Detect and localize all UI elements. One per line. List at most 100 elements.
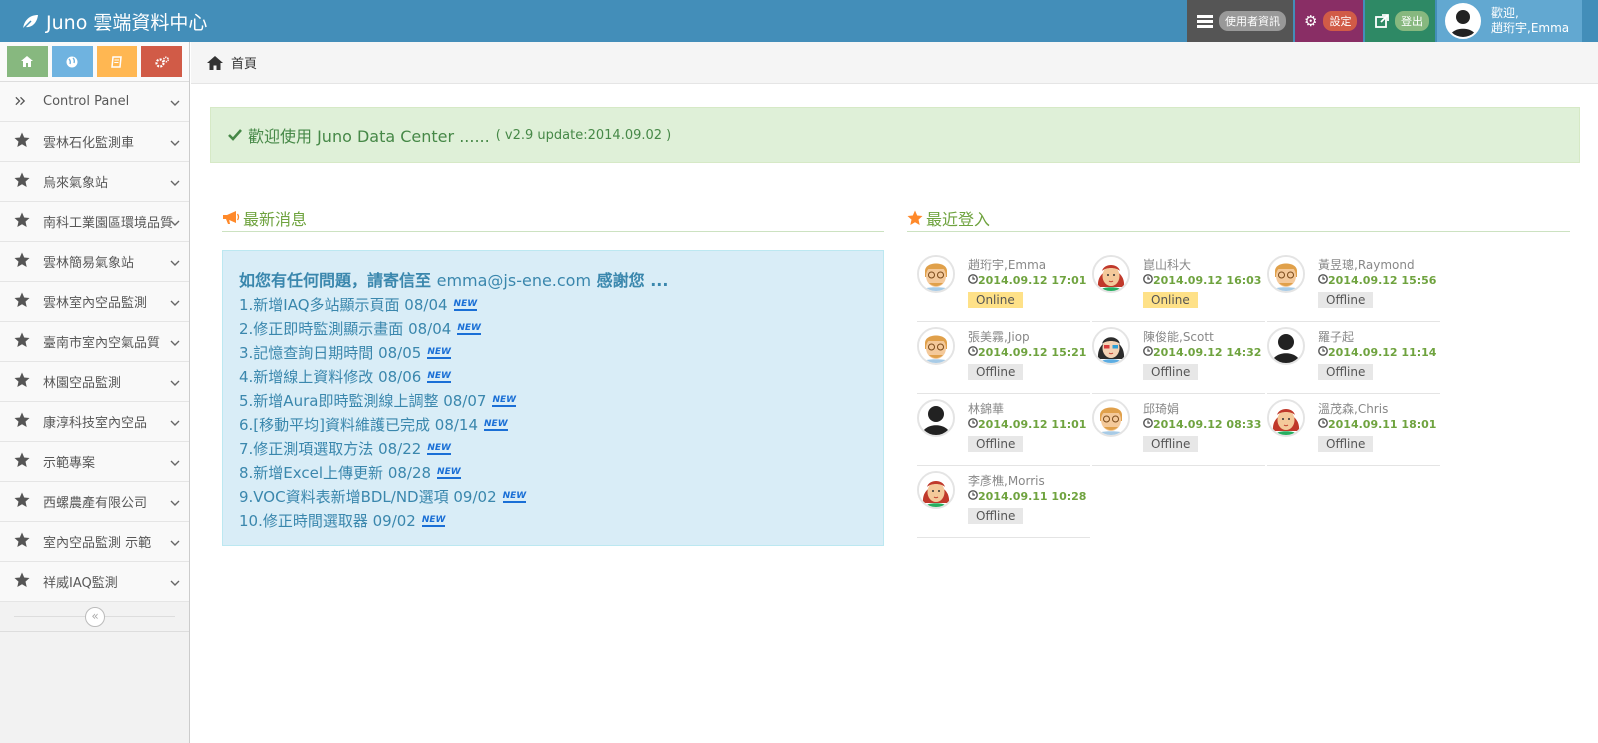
login-time-text: 2014.09.12 11:01 bbox=[978, 418, 1087, 431]
login-time: 2014.09.12 14:32 bbox=[1143, 346, 1261, 359]
login-card[interactable]: 溫茂森,Chris 2014.09.11 18:01 Offline bbox=[1267, 394, 1440, 466]
clock-icon bbox=[1143, 418, 1153, 431]
logout-button[interactable]: 登出 bbox=[1365, 0, 1435, 42]
clock-icon bbox=[968, 346, 978, 359]
breadcrumb-home-link[interactable]: 首頁 bbox=[231, 53, 257, 72]
login-user-name[interactable]: 趙珩宇,Emma bbox=[968, 256, 1046, 273]
new-badge: NEW bbox=[427, 347, 451, 359]
new-badge: NEW bbox=[453, 299, 478, 311]
recent-logins-title: 最近登入 bbox=[907, 204, 1570, 232]
sidebar-item-label: 雲林簡易氣象站 bbox=[43, 256, 135, 271]
login-card[interactable]: 陳俊能,Scott 2014.09.12 14:32 Offline bbox=[1092, 322, 1265, 394]
status-badge: Offline bbox=[968, 508, 1024, 524]
leaf-icon bbox=[21, 14, 38, 31]
login-user-name[interactable]: 羅子起 bbox=[1318, 328, 1354, 345]
star-icon bbox=[14, 452, 34, 472]
user-avatar bbox=[917, 255, 955, 293]
login-user-name[interactable]: 崑山科大 bbox=[1143, 256, 1191, 273]
chevron-down-icon bbox=[170, 295, 180, 306]
login-user-name[interactable]: 溫茂森,Chris bbox=[1318, 400, 1388, 417]
sidebar-item[interactable]: 室內空品監測 示範 bbox=[0, 522, 189, 562]
sidebar-item[interactable]: 雲林石化監測車 bbox=[0, 122, 189, 162]
news-item: 9.VOC資料表新增BDL/ND選項 09/02 NEW bbox=[239, 485, 867, 509]
sidebar-item-label: 祥威IAQ監測 bbox=[43, 576, 118, 591]
login-user-name[interactable]: 李彥樵,Morris bbox=[968, 472, 1045, 489]
sidebar-item[interactable]: 南科工業園區環境品質 bbox=[0, 202, 189, 242]
chevron-down-icon bbox=[170, 215, 180, 226]
login-card[interactable]: 李彥樵,Morris 2014.09.11 10:28 Offline bbox=[917, 466, 1090, 538]
welcome-alert: 歡迎使用 Juno Data Center ...... ( v2.9 upda… bbox=[210, 107, 1580, 163]
login-user-name[interactable]: 邱琦娟 bbox=[1143, 400, 1179, 417]
chevron-down-icon bbox=[170, 335, 180, 346]
star-icon bbox=[14, 532, 34, 552]
sidebar-item[interactable]: 示範專案 bbox=[0, 442, 189, 482]
status-badge: Online bbox=[1143, 292, 1198, 308]
sidebar-item[interactable]: 祥威IAQ監測 bbox=[0, 562, 189, 602]
sidebar-item-label: 雲林石化監測車 bbox=[43, 136, 135, 151]
news-item: 3.記憶查詢日期時間 08/05 NEW bbox=[239, 341, 867, 365]
list-icon bbox=[1197, 15, 1213, 28]
login-user-name[interactable]: 陳俊能,Scott bbox=[1143, 328, 1214, 345]
settings-button[interactable]: ⚙ 設定 bbox=[1295, 0, 1363, 42]
gear-icon: ⚙ bbox=[1304, 12, 1318, 30]
login-time-text: 2014.09.12 11:14 bbox=[1328, 346, 1437, 359]
sidebar-item[interactable]: 烏來氣象站 bbox=[0, 162, 189, 202]
sidebar-collapse-button[interactable]: « bbox=[85, 607, 105, 627]
user-avatar bbox=[1267, 255, 1305, 293]
login-card[interactable]: 趙珩宇,Emma 2014.09.12 17:01 Online bbox=[917, 250, 1090, 322]
chevron-down-icon bbox=[170, 415, 180, 426]
star-icon bbox=[14, 292, 34, 312]
settings-label: 設定 bbox=[1323, 11, 1358, 31]
chevron-down-icon bbox=[170, 135, 180, 146]
shortcut-cogs-button[interactable] bbox=[141, 46, 182, 77]
star-icon bbox=[14, 492, 34, 512]
news-item-text: 3.記憶查詢日期時間 08/05 bbox=[239, 344, 422, 362]
recent-logins-label: 最近登入 bbox=[926, 209, 991, 229]
shortcut-globe-button[interactable] bbox=[51, 46, 93, 77]
sidebar-item[interactable]: 林園空品監測 bbox=[0, 362, 189, 402]
clock-icon bbox=[968, 274, 978, 287]
login-time-text: 2014.09.11 10:28 bbox=[978, 490, 1087, 503]
sidebar-item[interactable]: 康淳科技室內空品 bbox=[0, 402, 189, 442]
external-link-icon bbox=[1375, 14, 1389, 28]
login-card[interactable]: 林錦華 2014.09.12 11:01 Offline bbox=[917, 394, 1090, 466]
login-card[interactable]: 崑山科大 2014.09.12 16:03 Online bbox=[1092, 250, 1265, 322]
sidebar-item[interactable]: 臺南市室內空氣品質 bbox=[0, 322, 189, 362]
login-card[interactable]: 邱琦娟 2014.09.12 08:33 Offline bbox=[1092, 394, 1265, 466]
sidebar-item[interactable]: 雲林簡易氣象站 bbox=[0, 242, 189, 282]
login-card[interactable]: 張美霧,Jiop 2014.09.12 15:21 Offline bbox=[917, 322, 1090, 394]
sidebar-item[interactable]: 雲林室內空品監測 bbox=[0, 282, 189, 322]
login-time: 2014.09.12 17:01 bbox=[968, 274, 1086, 287]
login-user-name[interactable]: 黃昱璁,Raymond bbox=[1318, 256, 1415, 273]
login-user-name[interactable]: 張美霧,Jiop bbox=[968, 328, 1030, 345]
sidebar-item-label: 示範專案 bbox=[43, 456, 96, 471]
chevron-down-icon bbox=[170, 255, 180, 266]
user-info-label: 使用者資訊 bbox=[1219, 11, 1286, 31]
login-time: 2014.09.12 11:14 bbox=[1318, 346, 1436, 359]
sidebar-item[interactable]: 西螺農產有限公司 bbox=[0, 482, 189, 522]
news-box: 如您有任何問題，請寄信至 emma@js-ene.com 感謝您 ... 1.新… bbox=[222, 250, 884, 546]
shortcut-book-button[interactable] bbox=[96, 46, 138, 77]
sidebar-item-label: 雲林室內空品監測 bbox=[43, 296, 148, 311]
login-card[interactable]: 羅子起 2014.09.12 11:14 Offline bbox=[1267, 322, 1440, 394]
news-item-text: 7.修正測項選取方法 08/22 bbox=[239, 440, 422, 458]
news-item: 7.修正測項選取方法 08/22 NEW bbox=[239, 437, 867, 461]
shortcut-home-button[interactable] bbox=[7, 46, 48, 77]
chevron-down-icon bbox=[170, 175, 180, 186]
sidebar: Control Panel 雲林石化監測車烏來氣象站 南科工業園區環境品質雲林簡易氣… bbox=[0, 42, 190, 743]
user-info-button[interactable]: 使用者資訊 bbox=[1187, 0, 1293, 42]
news-item: 5.新增Aura即時監測線上調整 08/07 NEW bbox=[239, 389, 867, 413]
brand[interactable]: Juno 雲端資料中心 bbox=[20, 8, 207, 35]
user-avatar bbox=[917, 327, 955, 365]
news-item-text: 9.VOC資料表新增BDL/ND選項 09/02 bbox=[239, 488, 497, 506]
star-icon bbox=[14, 572, 34, 592]
user-avatar bbox=[1267, 399, 1305, 437]
user-avatar bbox=[917, 471, 955, 509]
sidebar-item[interactable]: Control Panel bbox=[0, 82, 189, 122]
contact-email-link[interactable]: emma@js-ene.com bbox=[437, 271, 591, 290]
navbar: Juno 雲端資料中心 使用者資訊 ⚙ 設定 登出 歡迎, 趙珩宇,Emma bbox=[0, 0, 1598, 42]
user-menu[interactable]: 歡迎, 趙珩宇,Emma bbox=[1437, 0, 1582, 42]
new-badge: NEW bbox=[427, 371, 451, 383]
login-card[interactable]: 黃昱璁,Raymond 2014.09.12 15:56 Offline bbox=[1267, 250, 1440, 322]
login-user-name[interactable]: 林錦華 bbox=[968, 400, 1004, 417]
